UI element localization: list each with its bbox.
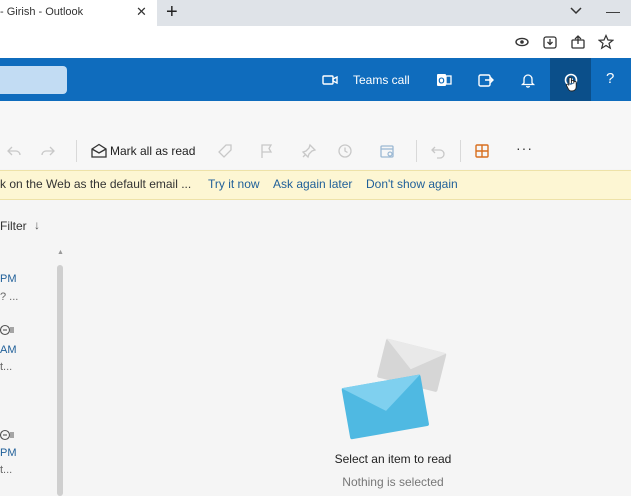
- mouse-hand-cursor-icon: [566, 76, 577, 92]
- message-status-icon: [0, 324, 14, 336]
- video-camera-icon[interactable]: [320, 70, 340, 90]
- reading-pane-title: Select an item to read: [334, 452, 452, 466]
- message-status-icon: [0, 429, 14, 441]
- tab-search-chevron-icon[interactable]: [568, 2, 584, 18]
- categorize-tag-icon[interactable]: [217, 143, 233, 159]
- ask-again-later-link[interactable]: Ask again later: [273, 177, 352, 191]
- notifications-bell-icon[interactable]: [518, 70, 538, 90]
- toolbar-separator: [416, 140, 417, 162]
- forward-icon[interactable]: [40, 143, 56, 159]
- list-item-snippet[interactable]: t...: [0, 361, 12, 373]
- new-tab-button[interactable]: +: [166, 1, 178, 24]
- whats-new-icon[interactable]: [476, 70, 496, 90]
- toolbar-separator: [460, 140, 461, 162]
- browser-toolbar: [0, 26, 631, 58]
- tab-close-button[interactable]: ✕: [136, 4, 147, 20]
- search-box[interactable]: [0, 66, 67, 94]
- pin-icon[interactable]: [301, 143, 317, 159]
- dont-show-again-link[interactable]: Don't show again: [366, 177, 458, 191]
- bookmark-star-icon[interactable]: [598, 34, 614, 50]
- apps-add-in-icon[interactable]: [474, 143, 490, 159]
- help-button[interactable]: ?: [606, 70, 614, 87]
- flag-icon[interactable]: [259, 143, 275, 159]
- filter-button[interactable]: Filter: [0, 219, 27, 233]
- sort-arrow-icon[interactable]: ↓: [34, 218, 40, 232]
- window-minimize-button[interactable]: —: [606, 3, 620, 19]
- list-item-time[interactable]: PM: [0, 273, 17, 285]
- browser-tab-title: - Girish - Outlook: [0, 6, 84, 18]
- share-icon[interactable]: [570, 34, 586, 50]
- move-to-folder-icon[interactable]: [379, 143, 395, 159]
- undo-icon[interactable]: [430, 143, 446, 159]
- try-it-now-link[interactable]: Try it now: [208, 177, 260, 191]
- toolbar-separator: [76, 140, 77, 162]
- mark-read-envelope-icon[interactable]: [90, 142, 108, 160]
- reply-icon[interactable]: [6, 143, 22, 159]
- office-apps-icon[interactable]: O: [434, 70, 454, 90]
- list-item-snippet[interactable]: ? ...: [0, 291, 18, 303]
- list-item-time[interactable]: AM: [0, 344, 17, 356]
- svg-text:O: O: [438, 77, 444, 86]
- more-options-button[interactable]: ···: [516, 140, 533, 156]
- reading-pane-subtitle: Nothing is selected: [342, 475, 444, 489]
- empty-mailbox-envelopes-illustration: [341, 338, 447, 440]
- mark-all-as-read-button[interactable]: Mark all as read: [110, 144, 195, 158]
- snooze-clock-icon[interactable]: [337, 143, 353, 159]
- eye-icon[interactable]: [514, 34, 530, 50]
- install-app-icon[interactable]: [542, 34, 558, 50]
- teams-call-button[interactable]: Teams call: [353, 73, 410, 87]
- banner-message: k on the Web as the default email ...: [0, 177, 192, 191]
- scroll-up-arrow-icon[interactable]: ▲: [57, 249, 64, 256]
